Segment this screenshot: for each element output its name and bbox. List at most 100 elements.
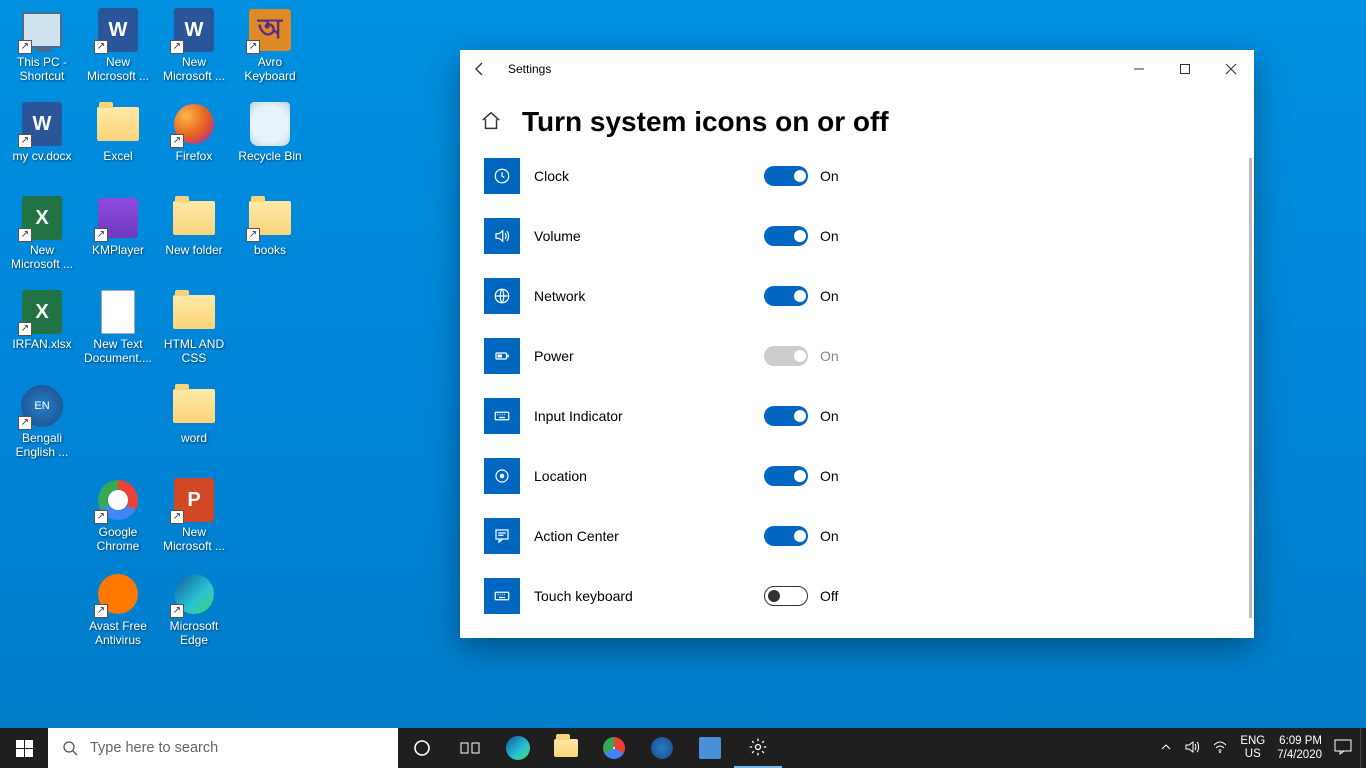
taskbar-avro[interactable]: [686, 728, 734, 768]
tray-network[interactable]: [1212, 739, 1228, 758]
toggle-touch[interactable]: [764, 586, 808, 606]
desktop-icon-irfan[interactable]: X↗IRFAN.xlsx: [4, 288, 80, 378]
task-view-button[interactable]: [446, 728, 494, 768]
desktop-icon-new-folder[interactable]: New folder: [156, 194, 232, 284]
desktop-icon-word-new1[interactable]: W↗New Microsoft ...: [80, 6, 156, 96]
toggle-clock[interactable]: [764, 166, 808, 186]
desktop-icon-mycv[interactable]: W↗my cv.docx: [4, 100, 80, 190]
avro-icon: [699, 737, 721, 759]
show-desktop-button[interactable]: [1360, 728, 1366, 768]
toggle-location[interactable]: [764, 466, 808, 486]
setting-label: Power: [534, 348, 764, 364]
desktop-icon-beng-eng[interactable]: EN↗Bengali English ...: [4, 382, 80, 472]
toggle-volume[interactable]: [764, 226, 808, 246]
desktop-icon-ppt-new[interactable]: P↗New Microsoft ...: [156, 476, 232, 566]
avast-icon: ↗: [94, 570, 142, 618]
taskbar-dictionary[interactable]: [638, 728, 686, 768]
desktop-icon-new-text[interactable]: New Text Document....: [80, 288, 156, 378]
folder-icon: ↗: [246, 194, 294, 242]
keyboard-icon: [484, 398, 520, 434]
toggle-input[interactable]: [764, 406, 808, 426]
taskbar-apps: [398, 728, 782, 768]
setting-label: Input Indicator: [534, 408, 764, 424]
desktop-icon-this-pc[interactable]: ↗This PC - Shortcut: [4, 6, 80, 96]
word-icon: W↗: [18, 100, 66, 148]
shortcut-arrow-icon: ↗: [94, 228, 108, 242]
chrome-icon: [603, 737, 625, 759]
power-icon: [484, 338, 520, 374]
desktop-icon-excel-folder[interactable]: Excel: [80, 100, 156, 190]
setting-row-touch: Touch keyboardOff: [484, 578, 1254, 614]
desktop-icon-word-folder[interactable]: word: [156, 382, 232, 472]
tray-clock[interactable]: 6:09 PM 7/4/2020: [1277, 734, 1322, 763]
icon-label: word: [181, 430, 207, 446]
desktop-icon-firefox[interactable]: ↗Firefox: [156, 100, 232, 190]
tray-volume[interactable]: [1184, 739, 1200, 758]
task-view-icon: [460, 740, 480, 756]
minimize-button[interactable]: [1116, 53, 1162, 85]
taskbar-edge[interactable]: [494, 728, 542, 768]
shortcut-arrow-icon: ↗: [18, 228, 32, 242]
shortcut-arrow-icon: ↗: [18, 134, 32, 148]
setting-label: Network: [534, 288, 764, 304]
shortcut-arrow-icon: ↗: [246, 40, 260, 54]
desktop-icon-chrome[interactable]: ↗Google Chrome: [80, 476, 156, 566]
scrollbar[interactable]: [1249, 158, 1252, 618]
toggle-state-label: On: [820, 168, 839, 184]
toggle-network[interactable]: [764, 286, 808, 306]
icon-label: my cv.docx: [12, 148, 71, 164]
folder-icon: [94, 100, 142, 148]
settings-window: Settings Turn system icons on or off Clo…: [460, 50, 1254, 638]
setting-row-location: LocationOn: [484, 458, 1254, 494]
desktop-icon-avast[interactable]: ↗Avast Free Antivirus: [80, 570, 156, 660]
edge-icon: ↗: [170, 570, 218, 618]
start-button[interactable]: [0, 728, 48, 768]
search-box[interactable]: Type here to search: [48, 728, 398, 768]
icon-label: Firefox: [176, 148, 213, 164]
setting-label: Volume: [534, 228, 764, 244]
folder-icon: [170, 288, 218, 336]
close-button[interactable]: [1208, 53, 1254, 85]
setting-label: Touch keyboard: [534, 588, 764, 604]
maximize-button[interactable]: [1162, 53, 1208, 85]
desktop-icon-recycle[interactable]: Recycle Bin: [232, 100, 308, 190]
page-header: Turn system icons on or off: [478, 88, 1254, 158]
desktop-icon-kmplayer[interactable]: ↗KMPlayer: [80, 194, 156, 284]
icon-label: New Microsoft ...: [81, 54, 155, 84]
icon-label: New Microsoft ...: [157, 54, 231, 84]
taskbar-settings[interactable]: [734, 728, 782, 768]
icon-label: books: [254, 242, 286, 258]
desktop-icon-books[interactable]: ↗books: [232, 194, 308, 284]
network-icon: [484, 278, 520, 314]
back-arrow-icon: [472, 61, 488, 77]
toggle-state-label: On: [820, 408, 839, 424]
taskbar-explorer[interactable]: [542, 728, 590, 768]
desktop-icon-word-new2[interactable]: W↗New Microsoft ...: [156, 6, 232, 96]
toggle-state-label: On: [820, 528, 839, 544]
home-button[interactable]: [480, 110, 504, 134]
excel-icon: X↗: [18, 194, 66, 242]
toggle-action[interactable]: [764, 526, 808, 546]
tray-language[interactable]: ENG US: [1240, 735, 1265, 761]
shortcut-arrow-icon: ↗: [170, 604, 184, 618]
action-icon: [484, 518, 520, 554]
ppt-icon: P↗: [170, 476, 218, 524]
icon-label: Recycle Bin: [238, 148, 301, 164]
desktop-icon-html-css[interactable]: HTML AND CSS: [156, 288, 232, 378]
desktop-icon-excel-new[interactable]: X↗New Microsoft ...: [4, 194, 80, 284]
taskbar-chrome[interactable]: [590, 728, 638, 768]
tray-overflow-button[interactable]: [1160, 741, 1172, 756]
tray-action-center[interactable]: [1334, 739, 1352, 758]
cortana-button[interactable]: [398, 728, 446, 768]
desktop-icon-edge[interactable]: ↗Microsoft Edge: [156, 570, 232, 660]
shortcut-arrow-icon: ↗: [94, 510, 108, 524]
lang-line1: ENG: [1240, 735, 1265, 748]
chrome-icon: ↗: [94, 476, 142, 524]
desktop-icon-avro[interactable]: অ↗Avro Keyboard: [232, 6, 308, 96]
icon-label: Bengali English ...: [5, 430, 79, 460]
word-icon: W↗: [170, 6, 218, 54]
titlebar: Settings: [460, 50, 1254, 88]
globe-icon: EN↗: [18, 382, 66, 430]
chevron-up-icon: [1160, 741, 1172, 753]
back-button[interactable]: [460, 50, 500, 88]
